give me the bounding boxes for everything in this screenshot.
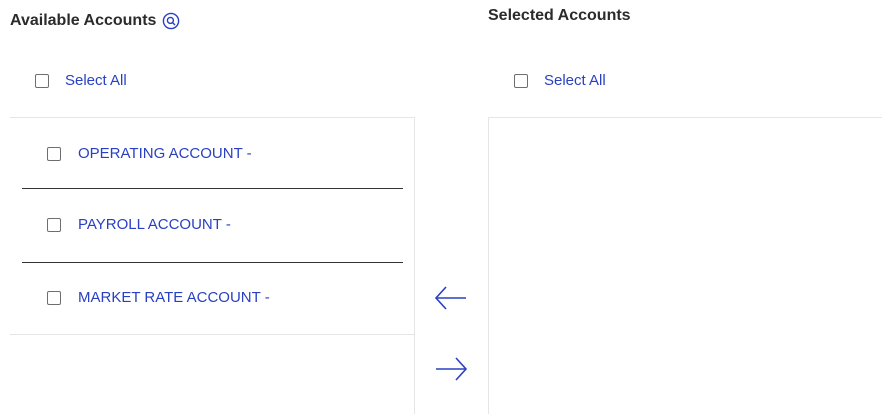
selected-select-all-label[interactable]: Select All <box>544 72 606 89</box>
move-right-button[interactable] <box>434 354 468 384</box>
available-accounts-title: Available Accounts <box>10 12 157 29</box>
available-list-bottom-border <box>10 334 414 335</box>
available-accounts-heading: Available Accounts <box>10 12 180 30</box>
search-icon[interactable] <box>162 12 180 30</box>
controls-left-border <box>414 117 415 414</box>
available-list-top-border <box>10 117 415 118</box>
selected-accounts-list <box>489 118 882 414</box>
move-left-button[interactable] <box>434 283 468 313</box>
arrow-right-icon <box>436 357 468 381</box>
selected-select-all-checkbox[interactable] <box>514 74 528 88</box>
account-checkbox-payroll[interactable] <box>47 218 61 232</box>
available-select-all-checkbox[interactable] <box>35 74 49 88</box>
available-select-all-label[interactable]: Select All <box>65 72 127 89</box>
account-label-payroll[interactable]: PAYROLL ACCOUNT - <box>78 216 231 233</box>
account-divider <box>22 188 403 189</box>
account-checkbox-market-rate[interactable] <box>47 291 61 305</box>
selected-accounts-title: Selected Accounts <box>488 7 631 24</box>
account-label-operating[interactable]: OPERATING ACCOUNT - <box>78 145 252 162</box>
account-transfer-panel: Available Accounts Selected Accounts Sel… <box>0 0 882 414</box>
account-checkbox-operating[interactable] <box>47 147 61 161</box>
account-label-market-rate[interactable]: MARKET RATE ACCOUNT - <box>78 289 270 306</box>
arrow-left-icon <box>434 286 466 310</box>
account-divider <box>22 262 403 263</box>
